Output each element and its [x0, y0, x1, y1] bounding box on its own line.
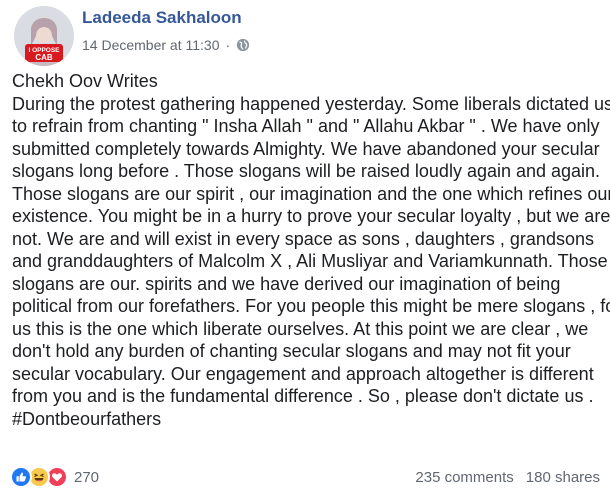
- avatar-image: I OPPOSE CAB: [14, 6, 74, 66]
- post-header: I OPPOSE CAB Ladeeda Sakhaloon 14 Decemb…: [10, 6, 600, 66]
- body-line: political from our forefathers. For you …: [12, 296, 610, 316]
- body-line: submitted completely towards Almighty. W…: [12, 138, 600, 159]
- badge-line-2: CAB: [35, 53, 53, 62]
- post-footer: 270 235 comments 180 shares: [10, 466, 600, 494]
- reactions-summary[interactable]: 270: [10, 466, 99, 488]
- body-line: Those slogans are our spirit , our imagi…: [12, 183, 610, 204]
- body-line: and granddaughters of Malcolm X , Ali Mu…: [12, 251, 608, 271]
- body-line: to refrain from chanting " Insha Allah "…: [12, 116, 600, 136]
- post-body: Chekh Oov Writes During the protest gath…: [12, 70, 610, 430]
- reaction-count: 270: [74, 468, 100, 486]
- like-icon: [10, 466, 32, 488]
- comments-count-link[interactable]: 235 comments: [415, 469, 513, 486]
- avatar[interactable]: I OPPOSE CAB: [14, 6, 74, 66]
- body-line: secular vocabulary. Our engagement and a…: [12, 363, 594, 384]
- body-line: Chekh Oov Writes: [12, 71, 158, 91]
- shares-count-link[interactable]: 180 shares: [526, 469, 600, 486]
- post-meta: 14 December at 11:30 ·: [82, 37, 250, 53]
- globe-icon[interactable]: [236, 38, 250, 52]
- engagement-counts: 235 comments 180 shares: [415, 469, 600, 486]
- meta-separator: ·: [225, 37, 231, 53]
- timestamp[interactable]: 14 December at 11:30: [82, 37, 220, 53]
- body-line: During the protest gathering happened ye…: [12, 93, 610, 114]
- body-line: us this is the one which liberate oursel…: [12, 318, 589, 339]
- body-line: not. We are and will exist in every spac…: [12, 228, 594, 249]
- body-line: slogans are our. spirits and we have der…: [12, 273, 561, 294]
- body-line: don't hold any burden of chanting secula…: [12, 341, 571, 361]
- author-name[interactable]: Ladeeda Sakhaloon: [82, 8, 242, 28]
- body-line: from you and is the fundamental differen…: [12, 386, 594, 406]
- hashtag-link[interactable]: #Dontbeourfathers: [12, 409, 161, 429]
- body-line: slogans long before . Those slogans will…: [12, 161, 601, 181]
- facebook-post: I OPPOSE CAB Ladeeda Sakhaloon 14 Decemb…: [0, 0, 610, 497]
- body-line: existence. You might be in a hurry to pr…: [12, 206, 610, 226]
